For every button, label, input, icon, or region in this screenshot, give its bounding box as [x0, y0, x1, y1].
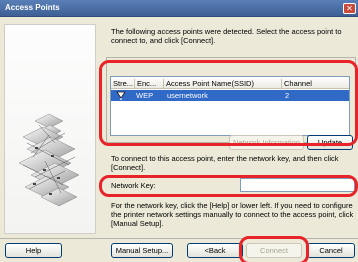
title-bar[interactable]: Access Points ✕	[0, 0, 358, 17]
network-key-label: Network Key:	[111, 181, 156, 190]
list-header: Stre... Enc... Access Point Name(SSID) C…	[111, 77, 349, 89]
network-cubes-image	[18, 113, 80, 207]
network-key-input[interactable]	[240, 178, 355, 192]
update-button[interactable]: Update	[307, 135, 353, 150]
hint-text: For the network key, click the [Help] or…	[111, 201, 354, 228]
intro-text: The following access points were detecte…	[111, 27, 342, 45]
back-button[interactable]: <Back	[187, 243, 243, 258]
column-header-encryption[interactable]: Enc...	[135, 79, 164, 89]
instruction-text: To connect to this access point, enter t…	[111, 154, 339, 172]
access-point-list[interactable]: Stre... Enc... Access Point Name(SSID) C…	[110, 76, 350, 136]
button-bar-divider	[0, 238, 358, 239]
table-row[interactable]: WEP usernetwork 2	[111, 90, 349, 102]
signal-strength-icon	[116, 91, 126, 102]
access-points-dialog: Access Points ✕ The following access poi…	[0, 0, 358, 262]
connect-button[interactable]: Connect	[246, 243, 302, 258]
network-information-button[interactable]: Network Information	[229, 135, 304, 150]
row-channel: 2	[285, 91, 290, 100]
close-icon[interactable]: ✕	[343, 3, 356, 14]
manual-setup-button[interactable]: Manual Setup...	[111, 243, 173, 258]
row-ssid: usernetwork	[167, 91, 208, 100]
column-header-strength[interactable]: Stre...	[111, 79, 135, 89]
row-encryption: WEP	[136, 91, 154, 100]
column-header-ssid[interactable]: Access Point Name(SSID)	[164, 79, 282, 89]
column-header-channel[interactable]: Channel	[282, 79, 349, 89]
cancel-button[interactable]: Cancel	[307, 243, 355, 258]
decorative-network-illustration	[4, 24, 96, 234]
window-title: Access Points	[5, 3, 60, 12]
help-button[interactable]: Help	[5, 243, 62, 258]
